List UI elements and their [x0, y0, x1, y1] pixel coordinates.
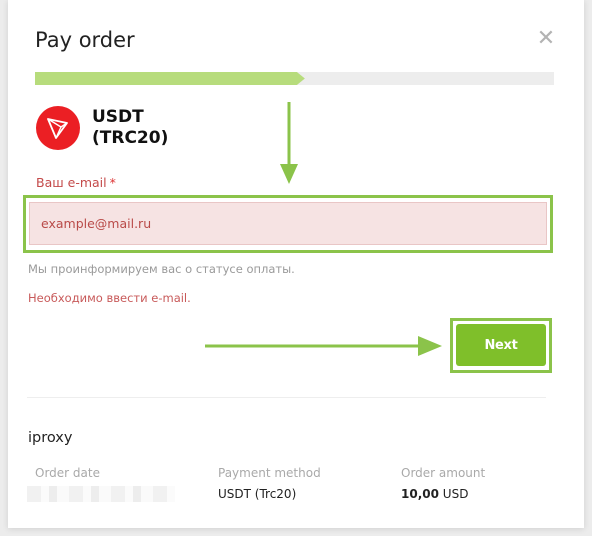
email-label-text: Ваш e-mail	[36, 175, 107, 190]
progress-bar	[35, 72, 554, 85]
coin-name: USDT (TRC20)	[92, 107, 168, 149]
payment-method-label: Payment method	[218, 466, 321, 480]
required-mark: *	[109, 175, 116, 190]
close-icon[interactable]: ✕	[534, 26, 558, 50]
email-label: Ваш e-mail *	[36, 175, 116, 190]
merchant-name: iproxy	[28, 430, 73, 446]
dialog-title: Pay order	[35, 28, 135, 52]
payment-method-value: USDT (Trc20)	[218, 487, 297, 501]
coin-name-line1: USDT	[92, 107, 144, 127]
tron-logo-icon	[36, 106, 80, 150]
order-amount-value: 10,00 USD	[401, 487, 468, 501]
email-field[interactable]	[29, 202, 547, 245]
progress-bar-fill	[35, 72, 305, 85]
coin-name-line2: (TRC20)	[92, 128, 169, 148]
order-date-value-redacted	[27, 486, 175, 502]
order-amount-number: 10,00	[401, 487, 439, 501]
email-hint: Мы проинформируем вас о статусе оплаты.	[28, 262, 295, 276]
order-amount-currency: USD	[442, 487, 469, 501]
order-amount-label: Order amount	[401, 466, 486, 480]
order-date-label: Order date	[35, 466, 100, 480]
next-button[interactable]: Next	[456, 324, 546, 366]
divider	[27, 397, 546, 398]
email-error: Необходимо ввести e-mail.	[28, 291, 191, 305]
